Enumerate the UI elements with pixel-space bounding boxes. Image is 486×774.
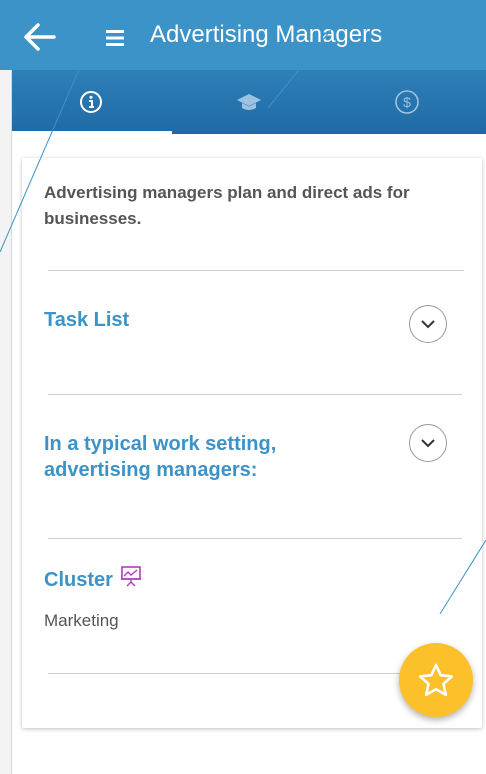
- annotation-lines: [0, 0, 486, 615]
